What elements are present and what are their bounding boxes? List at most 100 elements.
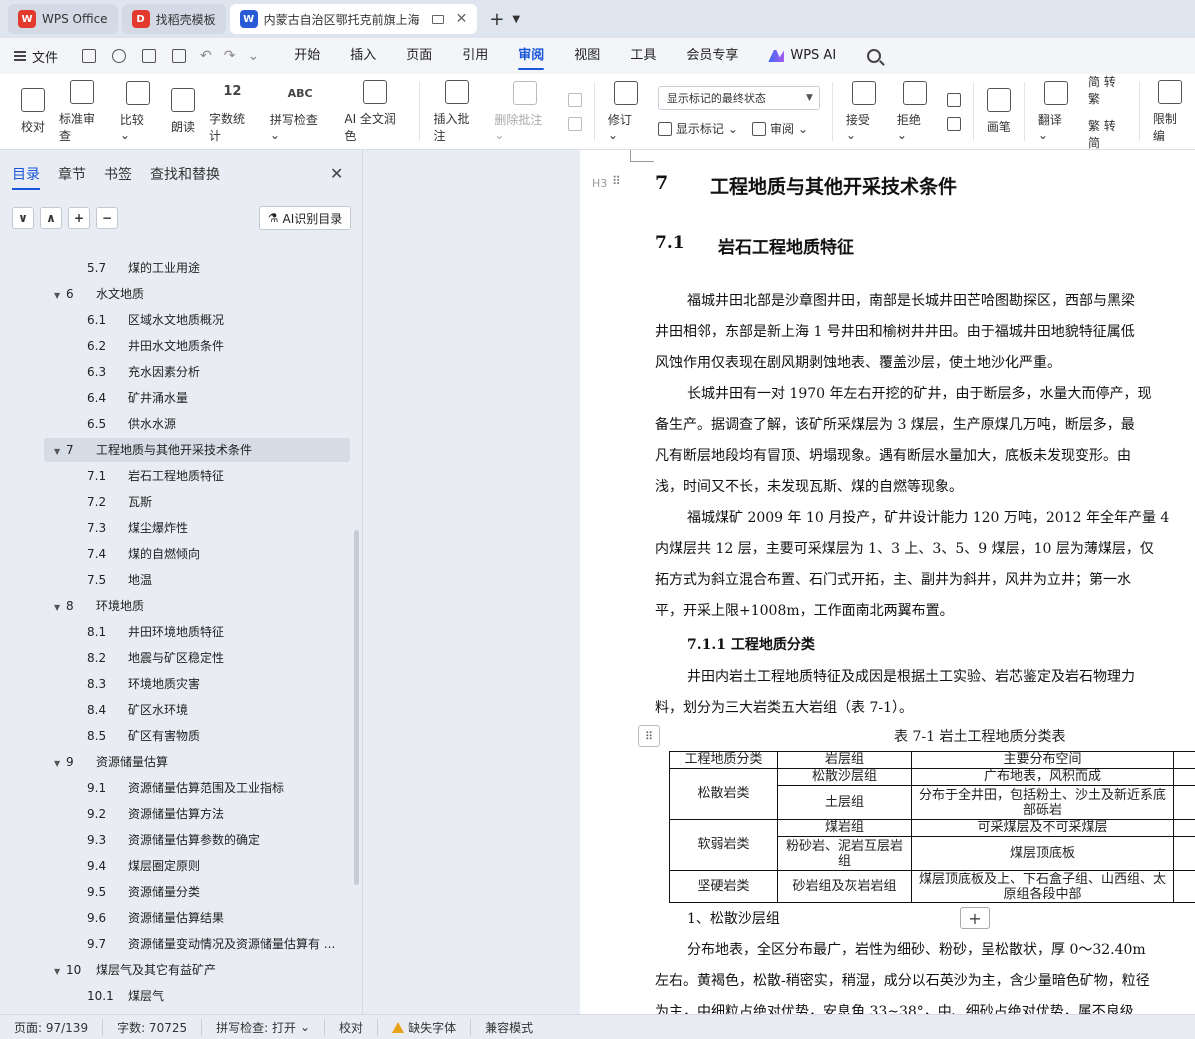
- ai-toc-button[interactable]: ⚗ AI识别目录: [259, 206, 351, 230]
- menu-page[interactable]: 页面: [391, 38, 447, 74]
- toc-item[interactable]: 6.3 充水因素分析: [44, 360, 350, 384]
- menu-insert[interactable]: 插入: [335, 38, 391, 74]
- file-menu[interactable]: 文件: [14, 47, 58, 66]
- next-comment-button[interactable]: [567, 116, 582, 131]
- revision-button[interactable]: 修订 ⌄: [601, 74, 652, 149]
- toc-item[interactable]: 6.1 区域水文地质概况: [44, 308, 350, 332]
- tab-document[interactable]: W 内蒙古自治区鄂托克前旗上海 ✕: [229, 4, 478, 34]
- read-aloud-button[interactable]: 朗读: [164, 74, 202, 149]
- nav-tab-chapter[interactable]: 章节: [58, 164, 86, 184]
- next-change-button[interactable]: [946, 116, 961, 131]
- chevron-down-icon[interactable]: ⌄: [247, 48, 259, 64]
- menu-tools[interactable]: 工具: [615, 38, 671, 74]
- accept-button[interactable]: 接受 ⌄: [839, 74, 890, 149]
- spell-check-button[interactable]: ABC 拼写检查 ⌄: [263, 74, 337, 149]
- table-handle-icon[interactable]: ⠿: [638, 725, 660, 747]
- compare-button[interactable]: 比较 ⌄: [113, 74, 164, 149]
- toc-item[interactable]: 8.3 环境地质灾害: [44, 672, 350, 696]
- toc-item[interactable]: 6.4 矿井涌水量: [44, 386, 350, 410]
- close-icon[interactable]: ✕: [330, 164, 343, 183]
- tab-template[interactable]: D 找稻壳模板: [121, 4, 226, 34]
- show-markup-button[interactable]: 显示标记 ⌄: [657, 120, 738, 137]
- collapse-up-button[interactable]: ∧: [40, 207, 62, 229]
- previous-comment-button[interactable]: [567, 92, 582, 107]
- brush-button[interactable]: 画笔: [980, 74, 1018, 149]
- menu-wps-ai[interactable]: WPS AI: [753, 38, 851, 74]
- toc-item[interactable]: 7.4 煤的自燃倾向: [44, 542, 350, 566]
- page-indicator[interactable]: 页面: 97/139: [14, 1018, 104, 1036]
- previous-change-button[interactable]: [946, 92, 961, 107]
- print-icon[interactable]: [142, 49, 157, 63]
- insert-comment-button[interactable]: 插入批注: [426, 74, 487, 149]
- toc-item[interactable]: 5.7 煤的工业用途: [44, 256, 350, 280]
- toc-item[interactable]: 7.5 地温: [44, 568, 350, 592]
- toc-item[interactable]: ▼ 9 资源储量估算: [44, 750, 350, 774]
- menu-reference[interactable]: 引用: [447, 38, 503, 74]
- markup-state-select[interactable]: 显示标记的最终状态 ▼: [657, 86, 820, 110]
- print-preview-icon[interactable]: [172, 49, 187, 63]
- monitor-icon[interactable]: [431, 14, 444, 24]
- menu-start[interactable]: 开始: [279, 38, 335, 74]
- ai-polish-button[interactable]: AI 全文润色: [337, 74, 413, 149]
- toc-item[interactable]: 7.1 岩石工程地质特征: [44, 464, 350, 488]
- toc-item[interactable]: 9.4 煤层圈定原则: [44, 854, 350, 878]
- toc-item[interactable]: 8.4 矿区水环境: [44, 698, 350, 722]
- chevron-down-icon[interactable]: ▼: [512, 14, 520, 25]
- toc-item[interactable]: 8.2 地震与矿区稳定性: [44, 646, 350, 670]
- translate-button[interactable]: 翻译 ⌄: [1031, 74, 1082, 149]
- toc-item[interactable]: ▼ 10 煤层气及其它有益矿产: [44, 958, 350, 982]
- to-traditional-button[interactable]: 简 转繁: [1088, 73, 1127, 107]
- restrict-edit-button[interactable]: 限制编: [1146, 74, 1195, 149]
- toc-item[interactable]: 6.5 供水水源: [44, 412, 350, 436]
- expand-down-button[interactable]: ∨: [12, 207, 34, 229]
- collapse-triangle-icon[interactable]: ▼: [54, 752, 66, 776]
- remove-heading-button[interactable]: −: [96, 207, 118, 229]
- nav-scrollbar[interactable]: [354, 530, 359, 885]
- nav-tab-toc[interactable]: 目录: [12, 164, 40, 190]
- add-row-button[interactable]: +: [960, 907, 990, 929]
- search-icon[interactable]: [867, 49, 882, 63]
- delete-comment-button[interactable]: 删除批注 ⌄: [487, 74, 561, 149]
- collapse-triangle-icon[interactable]: ▼: [54, 960, 66, 984]
- spell-check-toggle[interactable]: 拼写检查: 打开 ⌄: [216, 1018, 326, 1036]
- save-icon[interactable]: [82, 49, 97, 63]
- reject-button[interactable]: 拒绝 ⌄: [890, 74, 941, 149]
- document-page[interactable]: H3 ⠿ 7 工程地质与其他开采技术条件 7.1 岩石工程地质特征 福城井田北部…: [580, 150, 1195, 1014]
- toc-item[interactable]: ▼ 6 水文地质: [44, 282, 350, 306]
- toc-item[interactable]: 9.5 资源储量分类: [44, 880, 350, 904]
- nav-tab-find-replace[interactable]: 查找和替换: [150, 164, 220, 184]
- close-icon[interactable]: ✕: [456, 11, 468, 27]
- toc-item[interactable]: 9.1 资源储量估算范围及工业指标: [44, 776, 350, 800]
- proof-indicator[interactable]: 校对: [339, 1018, 379, 1036]
- add-tab-icon[interactable]: +: [489, 9, 504, 30]
- redo-icon[interactable]: ↷: [224, 48, 236, 64]
- toc-item[interactable]: 7.3 煤尘爆炸性: [44, 516, 350, 540]
- toc-item[interactable]: ▼ 8 环境地质: [44, 594, 350, 618]
- nav-tab-bookmark[interactable]: 书签: [104, 164, 132, 184]
- toc-item[interactable]: ▼ 7 工程地质与其他开采技术条件: [44, 438, 350, 462]
- menu-view[interactable]: 视图: [559, 38, 615, 74]
- add-heading-button[interactable]: +: [68, 207, 90, 229]
- undo-icon[interactable]: ↶: [200, 48, 212, 64]
- collapse-triangle-icon[interactable]: ▼: [54, 440, 66, 464]
- menu-review[interactable]: 审阅: [503, 38, 559, 74]
- proofread-button[interactable]: 校对: [14, 74, 52, 149]
- collapse-triangle-icon[interactable]: ▼: [54, 596, 66, 620]
- toc-item[interactable]: 9.3 资源储量估算参数的确定: [44, 828, 350, 852]
- toc-item[interactable]: 9.2 资源储量估算方法: [44, 802, 350, 826]
- missing-font-indicator[interactable]: 缺失字体: [392, 1018, 472, 1036]
- toc-item[interactable]: 10.1 煤层气: [44, 984, 350, 1008]
- toc-item[interactable]: 9.6 资源储量估算结果: [44, 906, 350, 930]
- tab-wps-office[interactable]: W WPS Office: [8, 4, 118, 34]
- export-icon[interactable]: [112, 49, 127, 63]
- word-count-indicator[interactable]: 字数: 70725: [117, 1018, 203, 1036]
- toc-item[interactable]: 6.2 井田水文地质条件: [44, 334, 350, 358]
- toc-item[interactable]: 7.2 瓦斯: [44, 490, 350, 514]
- review-pane-button[interactable]: 审阅 ⌄: [751, 120, 808, 137]
- to-simplified-button[interactable]: 繁 转简: [1088, 117, 1127, 151]
- collapse-triangle-icon[interactable]: ▼: [54, 284, 66, 308]
- word-count-button[interactable]: 12 字数统计: [202, 74, 263, 149]
- toc-item[interactable]: 8.1 井田环境地质特征: [44, 620, 350, 644]
- standard-review-button[interactable]: 标准审查: [52, 74, 113, 149]
- menu-member[interactable]: 会员专享: [671, 38, 753, 74]
